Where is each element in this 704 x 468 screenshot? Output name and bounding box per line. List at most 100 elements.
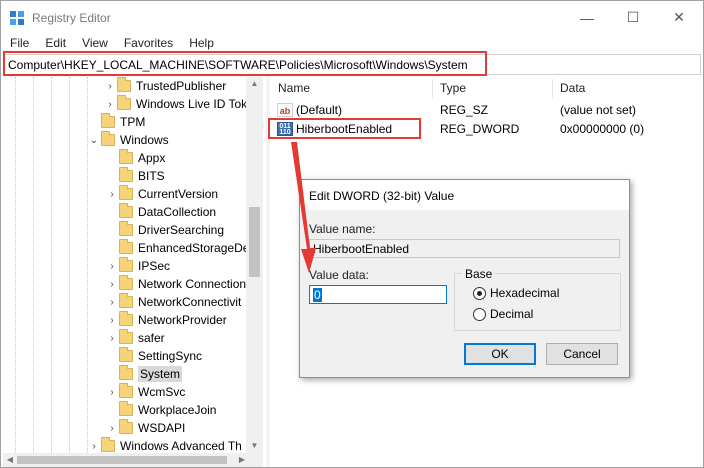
menu-edit[interactable]: Edit xyxy=(36,34,73,54)
folder-icon xyxy=(119,401,133,416)
tree-item-networkconnectivity[interactable]: › NetworkConnectivit xyxy=(105,293,241,311)
tree-item-trustedpublisher[interactable]: › TrustedPublisher xyxy=(103,77,226,95)
values-horizontal-scroll-area xyxy=(271,453,701,467)
tree-item-label: IPSec xyxy=(138,259,171,273)
chevron-down-icon[interactable]: ⌄ xyxy=(87,135,101,146)
pane-splitter[interactable] xyxy=(266,77,270,467)
address-bar[interactable]: Computer\HKEY_LOCAL_MACHINE\SOFTWARE\Pol… xyxy=(3,54,701,75)
title-bar: Registry Editor — ☐ ✕ xyxy=(1,1,703,34)
value-type: REG_DWORD xyxy=(440,122,520,136)
tree-item-label: safer xyxy=(138,331,165,345)
radio-hexadecimal[interactable]: Hexadecimal xyxy=(473,286,559,300)
tree-item-wsdapi[interactable]: › WSDAPI xyxy=(105,419,185,437)
tree-vertical-scrollbar[interactable]: ▲ ▼ xyxy=(246,77,263,453)
folder-icon xyxy=(119,167,133,182)
tree-item-windows[interactable]: ⌄ Windows xyxy=(87,131,169,149)
tree-horizontal-scrollbar[interactable]: ◀ ▶ xyxy=(3,453,263,467)
tree-item-appx[interactable]: Appx xyxy=(105,149,165,167)
cancel-button-label: Cancel xyxy=(563,347,601,361)
column-header-name[interactable]: Name xyxy=(278,81,310,95)
value-data-text: 0 xyxy=(313,288,322,302)
registry-editor-app-icon xyxy=(10,11,24,25)
chevron-right-icon[interactable]: › xyxy=(105,423,119,434)
tree-item-currentversion[interactable]: › CurrentVersion xyxy=(105,185,218,203)
dialog-title-bar[interactable]: Edit DWORD (32-bit) Value xyxy=(300,180,629,210)
tree-horizontal-scroll-thumb[interactable] xyxy=(17,456,227,464)
maximize-icon: ☐ xyxy=(626,9,640,25)
scroll-down-arrow-icon[interactable]: ▼ xyxy=(246,439,263,453)
column-divider[interactable] xyxy=(552,79,553,99)
chevron-right-icon[interactable]: › xyxy=(105,189,119,200)
value-name-text: HiberbootEnabled xyxy=(313,242,410,256)
chevron-right-icon[interactable]: › xyxy=(105,387,119,398)
binary-value-icon: 011 110 xyxy=(277,122,293,136)
value-name-label: Value name: xyxy=(309,222,376,236)
minimize-button[interactable]: — xyxy=(564,1,610,34)
menu-view[interactable]: View xyxy=(73,34,115,54)
tree-item-system[interactable]: System xyxy=(105,365,183,383)
chevron-right-icon[interactable]: › xyxy=(87,441,101,452)
cancel-button[interactable]: Cancel xyxy=(546,343,618,365)
tree-item-ipsec[interactable]: › IPSec xyxy=(105,257,170,275)
close-icon: ✕ xyxy=(673,9,685,25)
radio-decimal[interactable]: Decimal xyxy=(473,307,533,321)
tree-item-driversearching[interactable]: DriverSearching xyxy=(105,221,224,239)
tree-item-label: SettingSync xyxy=(138,349,203,363)
tree-item-networkprovider[interactable]: › NetworkProvider xyxy=(105,311,227,329)
value-row-hiberbootenabled[interactable]: 011 110 HiberbootEnabled REG_DWORD 0x000… xyxy=(271,120,701,139)
registry-editor-window: Registry Editor — ☐ ✕ File Edit View Fav… xyxy=(0,0,704,468)
tree-item-windows-live-id[interactable]: › Windows Live ID Tok xyxy=(103,95,247,113)
tree-item-label: DataCollection xyxy=(138,205,217,219)
close-button[interactable]: ✕ xyxy=(656,1,702,34)
tree-item-settingsync[interactable]: SettingSync xyxy=(105,347,202,365)
chevron-right-icon[interactable]: › xyxy=(105,315,119,326)
tree-item-label: TrustedPublisher xyxy=(136,79,227,93)
chevron-right-icon[interactable]: › xyxy=(105,333,119,344)
tree-item-enhancedstorage[interactable]: EnhancedStorageDe xyxy=(105,239,249,257)
tree-item-label: WorkplaceJoin xyxy=(138,403,217,417)
folder-icon xyxy=(119,347,133,362)
tree-item-bits[interactable]: BITS xyxy=(105,167,165,185)
scroll-right-arrow-icon[interactable]: ▶ xyxy=(235,453,249,467)
column-divider[interactable] xyxy=(432,79,433,99)
tree-guide-line xyxy=(69,77,70,453)
value-name: HiberbootEnabled xyxy=(296,122,393,136)
folder-icon xyxy=(117,95,131,110)
menu-bar: File Edit View Favorites Help xyxy=(1,34,703,54)
tree-item-label: Windows Advanced Th xyxy=(120,439,242,453)
tree-item-label: Windows Live ID Tok xyxy=(136,97,248,111)
tree-item-datacollection[interactable]: DataCollection xyxy=(105,203,216,221)
value-row-default[interactable]: ab (Default) REG_SZ (value not set) xyxy=(271,101,701,120)
chevron-right-icon[interactable]: › xyxy=(105,261,119,272)
radio-decimal-label: Decimal xyxy=(490,307,534,321)
tree-item-wcmsvc[interactable]: › WcmSvc xyxy=(105,383,185,401)
scroll-up-arrow-icon[interactable]: ▲ xyxy=(246,77,263,91)
tree-item-label: NetworkConnectivit xyxy=(138,295,242,309)
chevron-right-icon[interactable]: › xyxy=(105,279,119,290)
maximize-button[interactable]: ☐ xyxy=(610,1,656,34)
column-header-data[interactable]: Data xyxy=(560,81,585,95)
folder-icon xyxy=(101,437,115,452)
folder-icon xyxy=(117,77,131,92)
tree-item-workplacejoin[interactable]: WorkplaceJoin xyxy=(105,401,216,419)
tree-item-windows-advanced-threat[interactable]: › Windows Advanced Th xyxy=(87,437,242,453)
folder-icon xyxy=(119,203,133,218)
folder-icon xyxy=(119,419,133,434)
tree-item-safer[interactable]: › safer xyxy=(105,329,165,347)
tree-item-network-connections[interactable]: › Network Connection xyxy=(105,275,246,293)
tree-vertical-scroll-thumb[interactable] xyxy=(249,207,260,277)
chevron-right-icon[interactable]: › xyxy=(103,99,117,110)
ok-button[interactable]: OK xyxy=(464,343,536,365)
chevron-right-icon[interactable]: › xyxy=(103,81,117,92)
column-header-type[interactable]: Type xyxy=(440,81,466,95)
menu-favorites[interactable]: Favorites xyxy=(115,34,180,54)
scroll-left-arrow-icon[interactable]: ◀ xyxy=(3,453,17,467)
chevron-right-icon[interactable]: › xyxy=(105,297,119,308)
tree-item-tpm[interactable]: TPM xyxy=(87,113,145,131)
value-data-label: Value data: xyxy=(309,268,369,282)
tree-guide-line xyxy=(15,77,16,453)
tree-item-label: NetworkProvider xyxy=(138,313,227,327)
value-data-input[interactable]: 0 xyxy=(309,285,447,304)
menu-file[interactable]: File xyxy=(1,34,36,54)
menu-help[interactable]: Help xyxy=(180,34,221,54)
